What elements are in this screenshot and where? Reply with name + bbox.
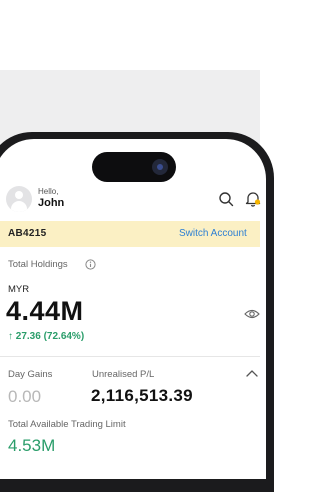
eye-icon[interactable] [244,308,260,320]
day-gains-label: Day Gains [8,369,53,380]
section-divider [0,356,260,357]
unrealised-pl-value: 2,116,513.39 [91,386,193,405]
unrealised-pl-label: Unrealised P/L [92,369,155,380]
account-id: AB4215 [8,228,47,239]
greeting-text: Hello, [38,187,59,196]
holdings-change: ↑ 27.36 (72.64%) [8,331,85,342]
total-holdings-value: 4.44M [6,296,84,326]
trading-limit-value: 4.53M [8,436,56,455]
search-icon[interactable] [218,191,234,207]
day-gains-value: 0.00 [8,387,42,406]
chevron-up-icon[interactable] [246,369,258,377]
trading-limit-label: Total Available Trading Limit [8,419,126,430]
info-icon[interactable] [85,259,96,270]
camera-lens-icon [152,159,168,175]
avatar-head-shape [15,191,23,199]
background-top [0,0,260,70]
switch-account-link[interactable]: Switch Account [179,228,247,239]
dynamic-island [92,152,176,182]
currency-code: MYR [8,284,30,295]
app-header: Hello, John [0,183,261,217]
avatar[interactable] [6,186,32,212]
account-bar: AB4215 Switch Account [0,221,260,247]
user-name: John [38,197,65,209]
avatar-body-shape [11,201,27,212]
bell-icon[interactable] [245,190,261,208]
total-holdings-label: Total Holdings [8,259,68,270]
notification-dot [254,199,261,205]
